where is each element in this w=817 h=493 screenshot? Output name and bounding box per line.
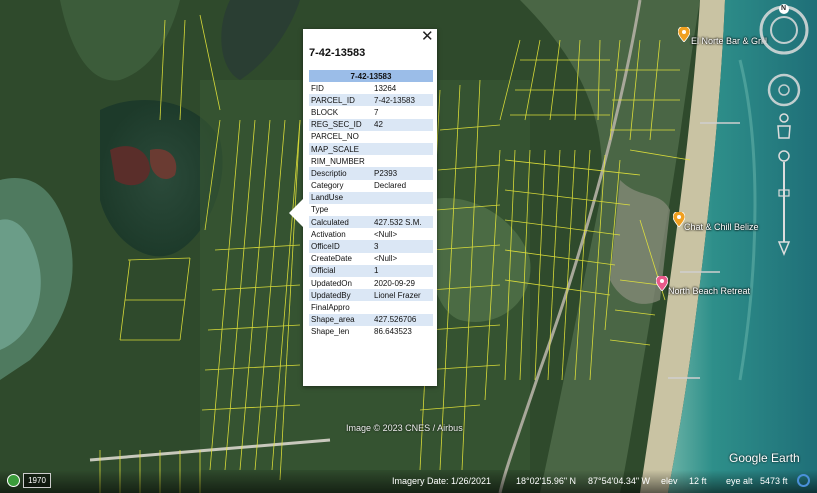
attr-value: Declared [374, 181, 407, 191]
attr-key: Shape_len [311, 327, 350, 337]
attr-key: Category [311, 181, 344, 191]
attr-key: UpdatedBy [309, 289, 372, 302]
balloon-title: 7-42-13583 [309, 47, 366, 59]
table-row: UpdatedBy Lionel Frazer [309, 289, 433, 302]
close-icon[interactable]: ✕ [421, 29, 434, 44]
eye-altitude-label: eye alt [726, 476, 753, 486]
map-pin-icon[interactable] [678, 27, 690, 42]
imagery-credit: Image © 2023 CNES / Airbus [346, 423, 463, 433]
attr-key: FinalAppro [311, 302, 350, 312]
streaming-ring-icon [797, 474, 810, 487]
imagery-date: Imagery Date: 1/26/2021 [392, 476, 492, 486]
compass-north-label: N [781, 5, 787, 12]
table-row: LandUse [309, 191, 433, 204]
attr-value [372, 155, 433, 167]
attribute-table-header: 7-42-13583 [309, 70, 433, 82]
attr-value: 2020-09-29 [374, 278, 415, 288]
place-label-el-norte[interactable]: El Norte Bar & Grill [691, 36, 767, 46]
attr-value: <Null> [374, 254, 398, 264]
table-row: Shape_area 427.526706 [309, 313, 433, 326]
elevation-value: 12 ft [689, 476, 707, 486]
attr-value: 1 [372, 264, 433, 277]
attr-key: LandUse [309, 191, 372, 204]
historical-imagery-icon[interactable] [7, 474, 20, 487]
longitude-readout: 87°54'04.34" W [588, 476, 651, 486]
move-joystick-icon[interactable] [766, 72, 802, 108]
attr-value: 7 [374, 107, 379, 117]
attr-value: 3 [372, 240, 433, 253]
latitude-readout: 18°02'15.96" N [516, 476, 577, 486]
attr-key: PARCEL_ID [309, 94, 372, 107]
table-row: MAP_SCALE [309, 142, 433, 156]
google-earth-logo: Google Earth [729, 451, 800, 465]
table-row: Category Declared [309, 180, 433, 192]
attr-key: Activation [311, 229, 346, 239]
attr-value: 13264 [374, 83, 397, 93]
attr-key: REG_SEC_ID [309, 118, 372, 131]
place-label-north-beach[interactable]: North Beach Retreat [668, 286, 750, 296]
attr-value [372, 204, 433, 216]
attr-key: Descriptio [309, 167, 372, 180]
table-row: FinalAppro [309, 301, 433, 313]
table-row: RIM_NUMBER [309, 155, 433, 167]
zoom-slider-icon[interactable] [776, 150, 792, 256]
table-row: Descriptio P2393 [309, 167, 433, 180]
attr-key: CreateDate [311, 254, 352, 264]
attr-value: 427.526706 [372, 313, 433, 326]
attr-key: Shape_area [309, 313, 372, 326]
balloon-pointer [289, 199, 303, 227]
attr-value: 427.532 S.M. [372, 216, 433, 229]
table-row: Type [309, 204, 433, 216]
map-pin-icon[interactable] [656, 276, 668, 291]
pegman-icon[interactable] [775, 112, 793, 144]
attr-value: <Null> [374, 229, 398, 239]
attr-key: FID [311, 83, 324, 93]
place-label-chat-chill[interactable]: Chat & Chill Belize [684, 222, 759, 232]
attr-key: RIM_NUMBER [311, 156, 365, 166]
attr-value: P2393 [372, 167, 433, 180]
table-row: BLOCK 7 [309, 106, 433, 118]
attr-value: 86.643523 [374, 327, 412, 337]
attr-key: UpdatedOn [311, 278, 352, 288]
eye-altitude-value: 5473 ft [760, 476, 788, 486]
table-row: PARCEL_NO [309, 131, 433, 143]
table-row: Calculated 427.532 S.M. [309, 216, 433, 229]
table-row: PARCEL_ID 7-42-13583 [309, 94, 433, 107]
attr-key: BLOCK [311, 107, 339, 117]
attribute-table: 7-42-13583 FID 13264 PARCEL_ID 7-42-13583 … [309, 70, 433, 338]
attr-value [372, 191, 433, 204]
attr-value [372, 142, 433, 156]
historical-year[interactable]: 1970 [23, 473, 51, 488]
table-row: OfficeID 3 [309, 240, 433, 253]
table-row: Official 1 [309, 264, 433, 277]
table-row: REG_SEC_ID 42 [309, 118, 433, 131]
table-row: Activation <Null> [309, 228, 433, 240]
attr-value [372, 131, 433, 143]
attr-value: 7-42-13583 [372, 94, 433, 107]
table-row: UpdatedOn 2020-09-29 [309, 277, 433, 289]
attr-key: OfficeID [309, 240, 372, 253]
attr-key: Official [309, 264, 372, 277]
elevation-label: elev [661, 476, 678, 486]
table-row: FID 13264 [309, 82, 433, 94]
table-row: Shape_len 86.643523 [309, 326, 433, 338]
attr-key: Type [311, 205, 329, 215]
attr-key: Calculated [309, 216, 372, 229]
parcel-info-balloon: ✕ 7-42-13583 7-42-13583 FID 13264 PARCEL_… [289, 29, 437, 386]
attr-key: MAP_SCALE [309, 142, 372, 156]
table-row: CreateDate <Null> [309, 253, 433, 265]
attr-value: Lionel Frazer [372, 289, 433, 302]
attr-value [372, 301, 433, 313]
attr-key: PARCEL_NO [311, 132, 359, 142]
attr-value: 42 [372, 118, 433, 131]
